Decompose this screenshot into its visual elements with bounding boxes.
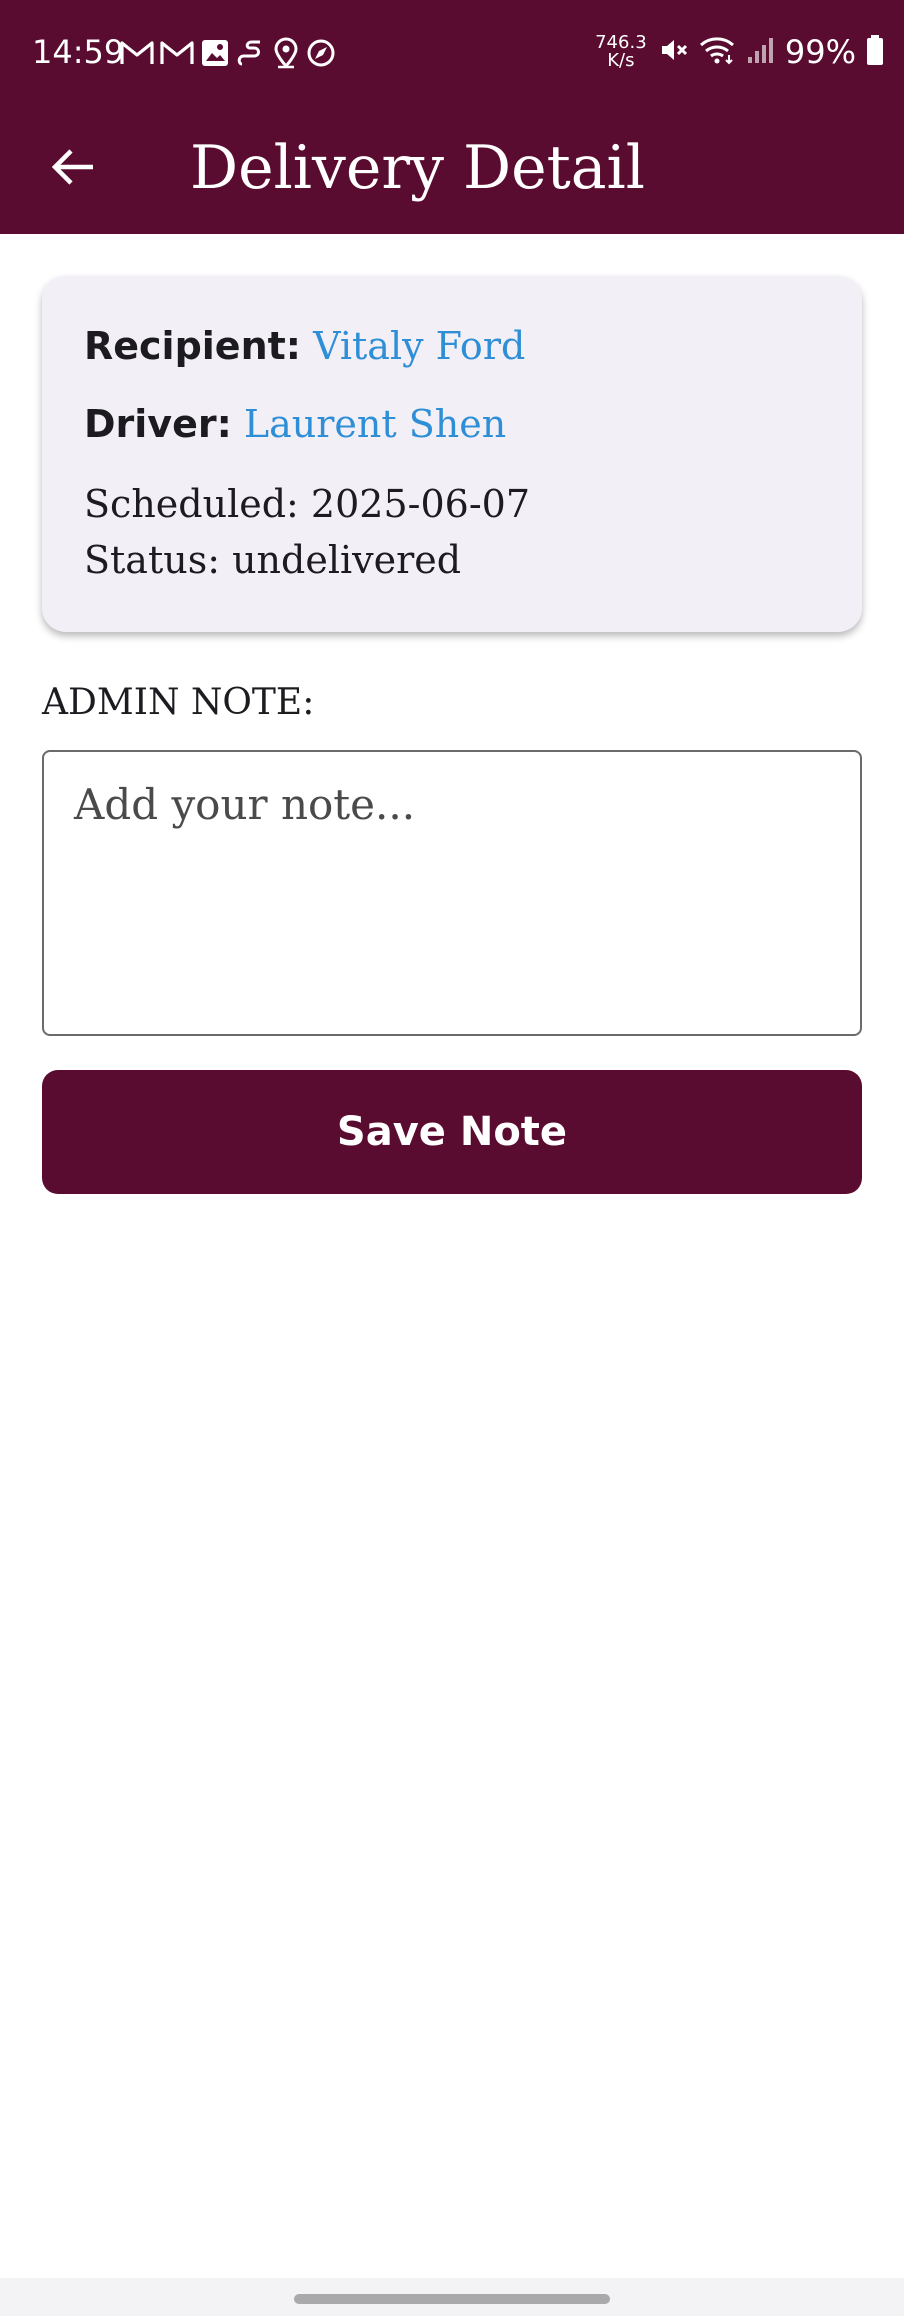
app-bar: Delivery Detail: [0, 104, 904, 234]
driver-label: Driver:: [84, 402, 232, 446]
battery-percent: 99%: [784, 33, 856, 71]
gallery-icon: [200, 38, 230, 68]
system-nav-bar: [0, 2278, 904, 2316]
navigation-icon: [306, 38, 336, 68]
save-note-button[interactable]: Save Note: [42, 1070, 862, 1194]
status-time: 14:59: [32, 33, 125, 71]
delivery-info-card: Recipient: Vitaly Ford Driver: Laurent S…: [42, 276, 862, 632]
recipient-row: Recipient: Vitaly Ford: [84, 320, 525, 372]
admin-note-input[interactable]: [42, 750, 862, 1036]
admin-note-label: ADMIN NOTE:: [42, 682, 315, 723]
gmail-icon: [120, 40, 154, 66]
recipient-label: Recipient:: [84, 324, 301, 368]
arrow-left-icon: [51, 147, 95, 191]
signal-icon: [747, 35, 775, 69]
location-icon: [272, 37, 300, 69]
notification-icons: [120, 34, 336, 72]
status-right: 746.3 K/s 99%: [593, 30, 884, 74]
home-gesture-handle[interactable]: [294, 2294, 610, 2304]
driver-link[interactable]: Laurent Shen: [244, 402, 506, 446]
wifi-icon: [699, 35, 737, 69]
battery-icon: [866, 34, 884, 70]
back-button[interactable]: [36, 132, 110, 206]
mute-icon: [659, 35, 689, 69]
status-bar: 14:59 746.3 K/s 99%: [0, 0, 904, 104]
delivery-status: Status: undelivered: [84, 538, 462, 582]
network-speed-unit: K/s: [607, 50, 635, 71]
scheduled-date: Scheduled: 2025-06-07: [84, 482, 531, 526]
page-title: Delivery Detail: [190, 133, 645, 203]
link-icon: [236, 38, 266, 68]
gmail-icon: [160, 40, 194, 66]
network-speed: 746.3 K/s: [593, 34, 649, 70]
driver-row: Driver: Laurent Shen: [84, 398, 506, 450]
recipient-link[interactable]: Vitaly Ford: [313, 324, 525, 368]
